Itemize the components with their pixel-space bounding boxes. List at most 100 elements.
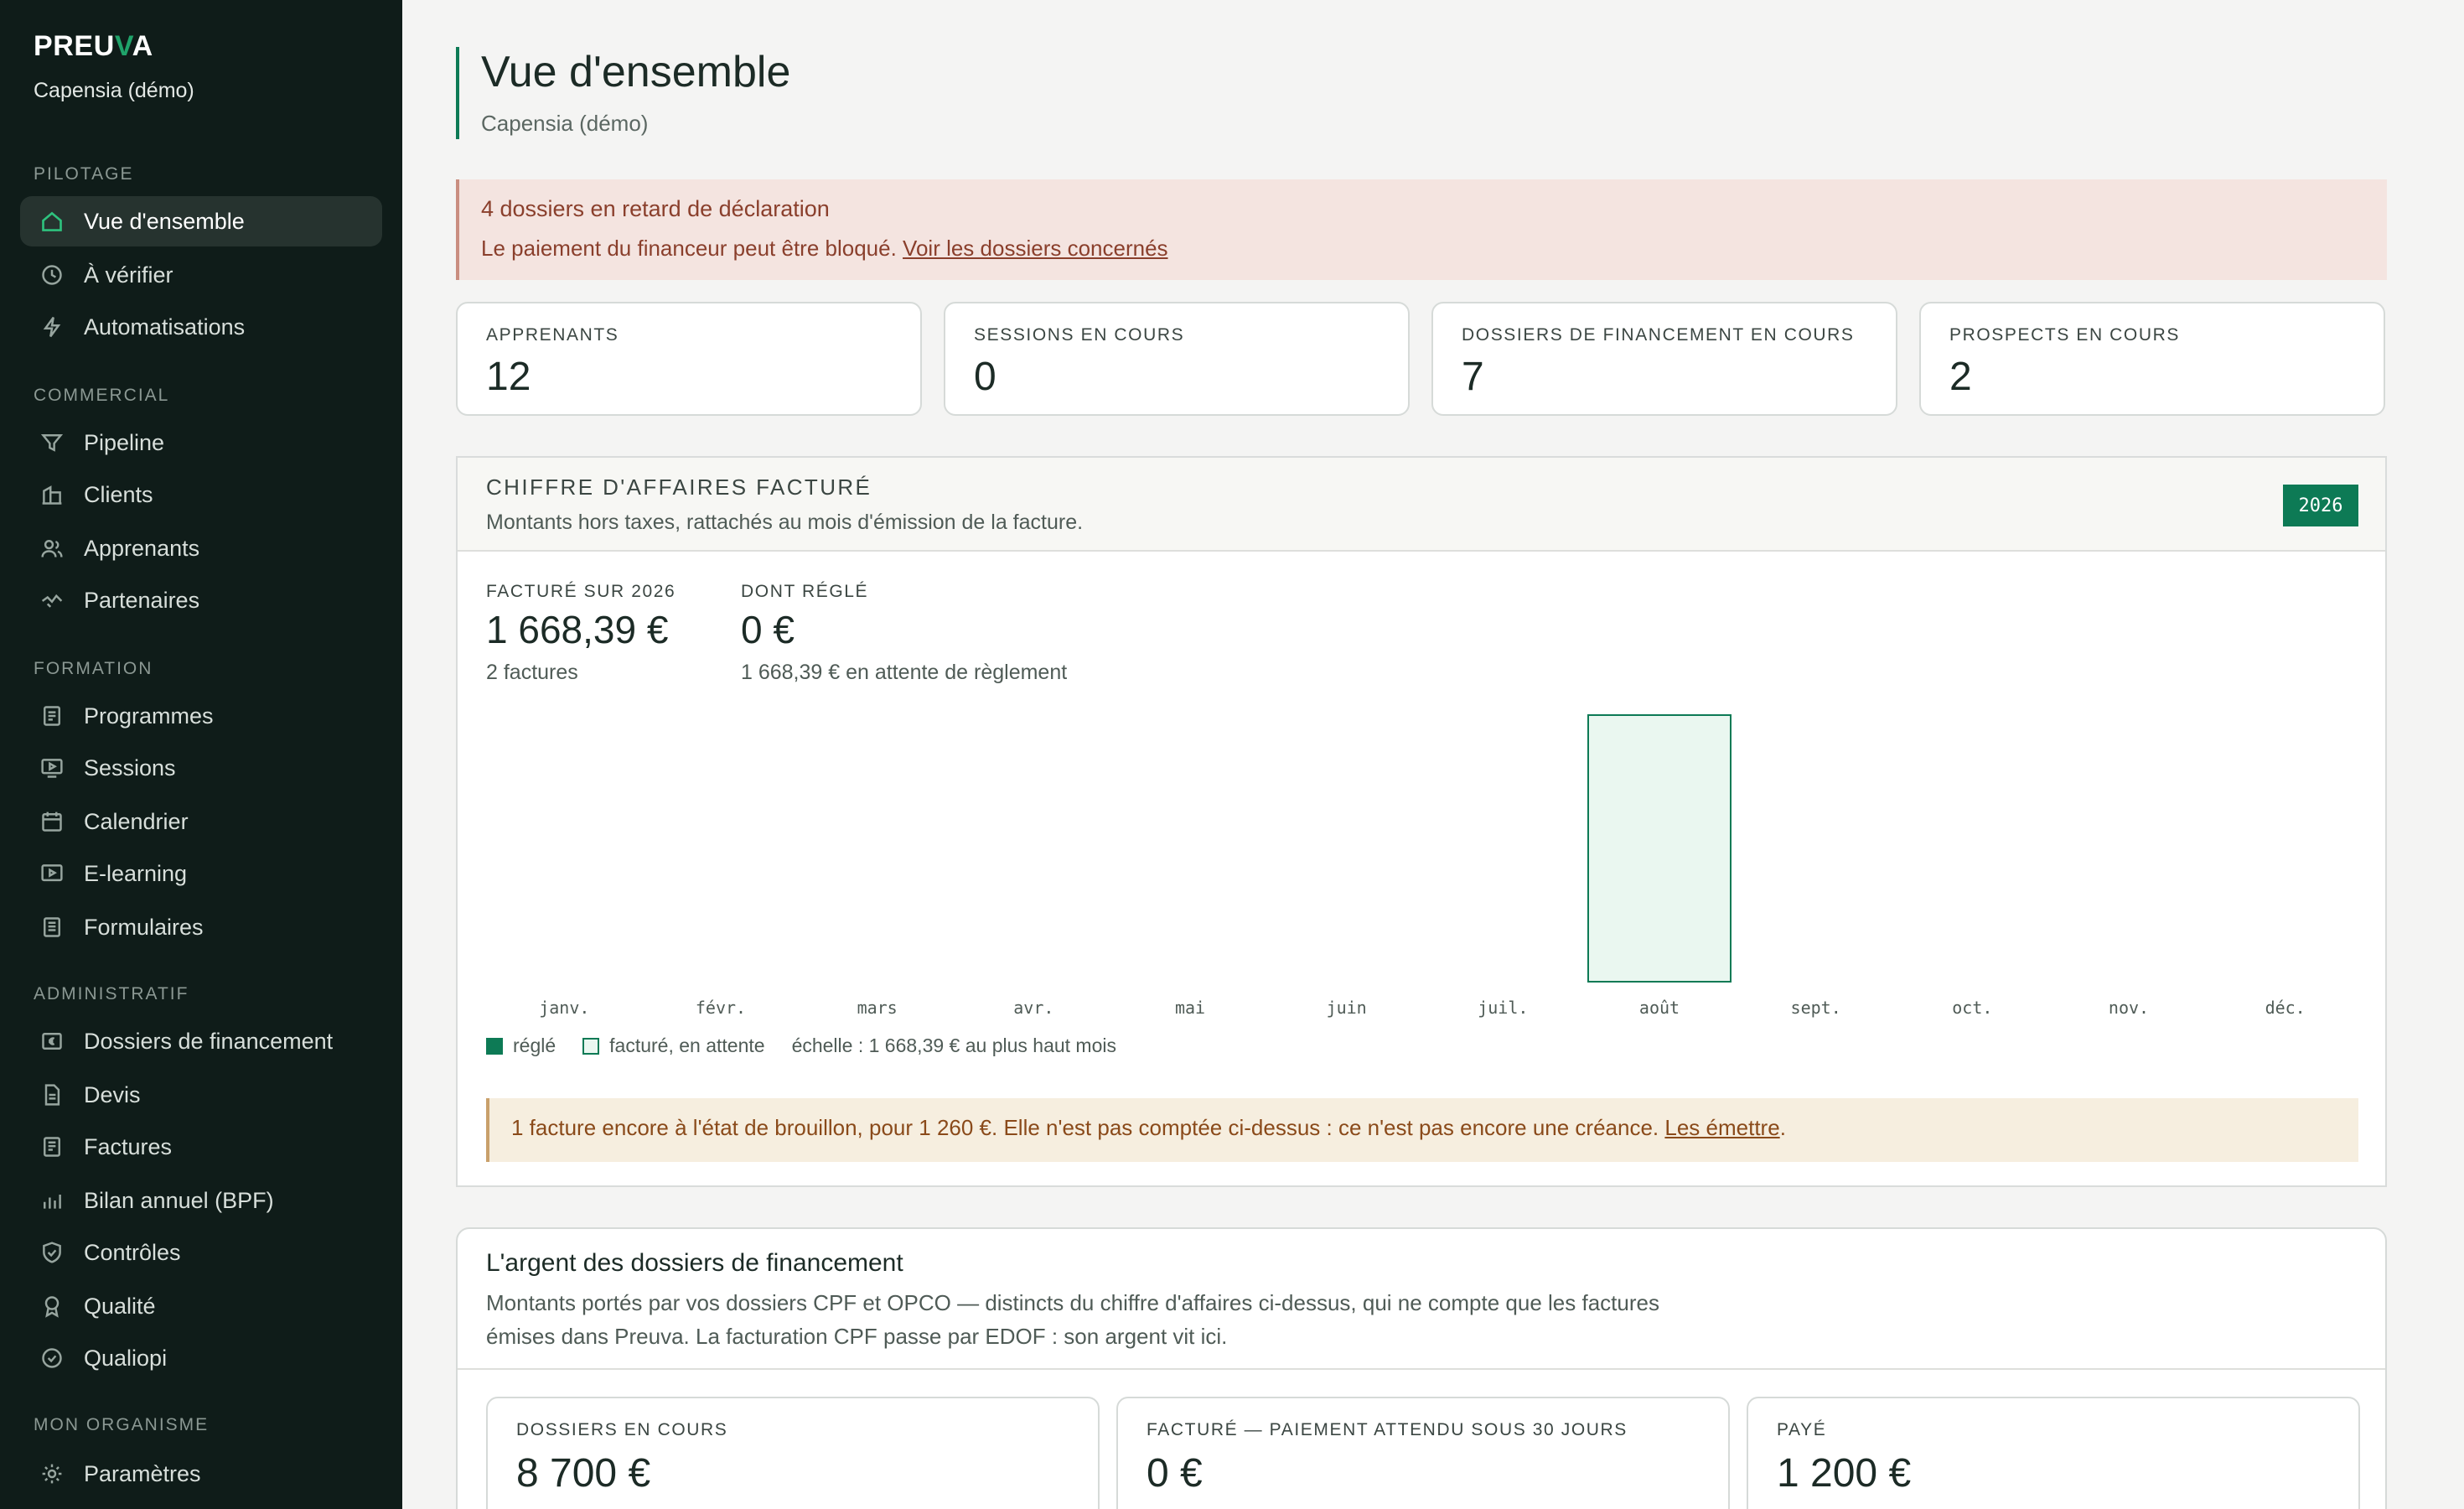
sidebar-item-label: Qualité bbox=[84, 1293, 156, 1319]
year-selector[interactable]: 2026 bbox=[2283, 485, 2358, 526]
sidebar-item-clients[interactable]: Clients bbox=[20, 469, 382, 520]
sidebar-item-qualite[interactable]: Qualité bbox=[20, 1281, 382, 1331]
page-header: Vue d'ensemble Capensia (démo) bbox=[456, 47, 790, 139]
clock-icon bbox=[40, 263, 64, 287]
sidebar-item-label: Sessions bbox=[84, 754, 176, 780]
sidebar-item-calendrier[interactable]: Calendrier bbox=[20, 796, 382, 847]
legend-swatch-pending bbox=[582, 1037, 600, 1055]
sidebar-item-label: Paramètres bbox=[84, 1460, 201, 1486]
sidebar-item-partenaires[interactable]: Partenaires bbox=[20, 575, 382, 625]
sidebar-item-formulaires[interactable]: Formulaires bbox=[20, 902, 382, 952]
sidebar-item-label: À vérifier bbox=[84, 262, 173, 288]
bar-pending-7[interactable] bbox=[1587, 714, 1732, 983]
sidebar-item-devis[interactable]: Devis bbox=[20, 1070, 382, 1120]
calendar-icon bbox=[40, 810, 64, 833]
sidebar-item-apprenants[interactable]: Apprenants bbox=[20, 523, 382, 573]
late-declaration-alert: 4 dossiers en retard de déclaration Le p… bbox=[456, 179, 2387, 280]
sidebar-item-label: Qualiopi bbox=[84, 1345, 168, 1371]
shield-check-icon bbox=[40, 1241, 64, 1264]
handshake-icon bbox=[40, 589, 64, 612]
funding-card-label: PAYÉ bbox=[1777, 1420, 1827, 1439]
kpi-label: FACTURÉ SUR 2026 bbox=[486, 582, 676, 601]
sidebar-item-automatisations[interactable]: Automatisations bbox=[20, 302, 382, 352]
sidebar-item-vue-ensemble[interactable]: Vue d'ensemble bbox=[20, 196, 382, 246]
draft-note-text: 1 facture encore à l'état de brouillon, … bbox=[511, 1115, 1659, 1140]
sidebar-item-label: Devis bbox=[84, 1081, 141, 1107]
stat-card-dossiers-financement[interactable]: DOSSIERS DE FINANCEMENT EN COURS 7 bbox=[1431, 302, 1897, 416]
page-subtitle: Capensia (démo) bbox=[481, 111, 649, 136]
month-label: févr. bbox=[695, 998, 747, 1018]
funding-card-label: DOSSIERS EN COURS bbox=[516, 1420, 728, 1439]
sidebar-item-dossiers-financement[interactable]: Dossiers de financement bbox=[20, 1016, 382, 1066]
stat-label: PROSPECTS EN COURS bbox=[1949, 325, 2181, 345]
view-late-files-link[interactable]: Voir les dossiers concernés bbox=[903, 236, 1167, 261]
month-label: juin bbox=[1326, 998, 1367, 1018]
month-label: août bbox=[1638, 998, 1680, 1018]
funding-card-value: 0 € bbox=[1147, 1451, 1203, 1496]
invoice-icon bbox=[40, 1135, 64, 1159]
funding-card-paid[interactable]: PAYÉ 1 200 € bbox=[1747, 1397, 2360, 1509]
legend-scale-note: échelle : 1 668,39 € au plus haut mois bbox=[791, 1035, 1116, 1056]
stat-label: SESSIONS EN COURS bbox=[974, 325, 1185, 345]
sidebar-item-a-verifier[interactable]: À vérifier bbox=[20, 250, 382, 300]
bar-chart-icon bbox=[40, 1189, 64, 1212]
kpi-invoiced: FACTURÉ SUR 2026 1 668,39 € 2 factures bbox=[486, 582, 676, 685]
home-icon bbox=[40, 210, 64, 233]
filter-icon bbox=[40, 431, 64, 454]
sidebar-item-label: Programmes bbox=[84, 703, 214, 729]
main-content: Vue d'ensemble Capensia (démo) 4 dossier… bbox=[402, 0, 2464, 1509]
stat-card-sessions[interactable]: SESSIONS EN COURS 0 bbox=[944, 302, 1410, 416]
brand-accent-letter: V bbox=[114, 30, 132, 62]
sidebar: PREUVA Capensia (démo) PILOTAGE Vue d'en… bbox=[0, 0, 402, 1509]
sidebar-item-programmes[interactable]: Programmes bbox=[20, 691, 382, 741]
funding-money-panel: L'argent des dossiers de financement Mon… bbox=[456, 1227, 2387, 1509]
issue-drafts-link[interactable]: Les émettre bbox=[1664, 1115, 1779, 1140]
sidebar-item-sessions[interactable]: Sessions bbox=[20, 743, 382, 793]
building-icon bbox=[40, 483, 64, 506]
brand-prefix: PREU bbox=[34, 30, 115, 62]
legend-swatch-paid bbox=[486, 1037, 503, 1055]
month-label: janv. bbox=[539, 998, 590, 1018]
brand-logo[interactable]: PREUVA bbox=[34, 30, 153, 63]
stat-card-apprenants[interactable]: APPRENANTS 12 bbox=[456, 302, 922, 416]
form-icon bbox=[40, 915, 64, 939]
quote-icon bbox=[40, 1083, 64, 1107]
bolt-icon bbox=[40, 315, 64, 339]
stat-label: APPRENANTS bbox=[486, 325, 619, 345]
sidebar-item-label: Apprenants bbox=[84, 535, 200, 561]
month-label: avr. bbox=[1013, 998, 1054, 1018]
sidebar-item-bilan-annuel[interactable]: Bilan annuel (BPF) bbox=[20, 1175, 382, 1226]
month-label: sept. bbox=[1790, 998, 1841, 1018]
sidebar-item-label: Factures bbox=[84, 1133, 173, 1159]
funding-card-value: 8 700 € bbox=[516, 1451, 651, 1496]
stat-card-prospects[interactable]: PROSPECTS EN COURS 2 bbox=[1919, 302, 2385, 416]
funding-title: L'argent des dossiers de financement bbox=[486, 1249, 903, 1277]
funding-card-in-progress[interactable]: DOSSIERS EN COURS 8 700 € bbox=[486, 1397, 1100, 1509]
funding-card-invoiced[interactable]: FACTURÉ — PAIEMENT ATTENDU SOUS 30 JOURS… bbox=[1116, 1397, 1730, 1509]
sidebar-item-factures[interactable]: Factures bbox=[20, 1122, 382, 1172]
stat-label: DOSSIERS DE FINANCEMENT EN COURS bbox=[1462, 325, 1855, 345]
month-label: mai bbox=[1174, 998, 1206, 1018]
video-icon bbox=[40, 862, 64, 885]
document-icon bbox=[40, 704, 64, 728]
euro-folder-icon bbox=[40, 1029, 64, 1053]
month-label: déc. bbox=[2265, 998, 2306, 1018]
month-label: mars bbox=[857, 998, 898, 1018]
alert-text-row: Le paiement du financeur peut être bloqu… bbox=[481, 236, 2365, 262]
sidebar-item-label: Dossiers de financement bbox=[84, 1028, 334, 1054]
stat-value: 12 bbox=[486, 355, 531, 399]
sidebar-item-label: Contrôles bbox=[84, 1239, 181, 1265]
section-label-mon-organisme: MON ORGANISME bbox=[34, 1415, 210, 1434]
sidebar-item-pipeline[interactable]: Pipeline bbox=[20, 417, 382, 468]
sidebar-item-label: Calendrier bbox=[84, 808, 189, 834]
funding-divider bbox=[458, 1368, 2385, 1370]
sidebar-item-controles[interactable]: Contrôles bbox=[20, 1227, 382, 1278]
sidebar-item-label: Pipeline bbox=[84, 429, 165, 455]
sidebar-item-e-learning[interactable]: E-learning bbox=[20, 848, 382, 899]
sidebar-item-qualiopi[interactable]: Qualiopi bbox=[20, 1333, 382, 1383]
revenue-header: CHIFFRE D'AFFAIRES FACTURÉ Montants hors… bbox=[458, 458, 2385, 552]
kpi-paid: DONT RÉGLÉ 0 € 1 668,39 € en attente de … bbox=[741, 582, 1067, 685]
award-icon bbox=[40, 1294, 64, 1318]
sidebar-item-parametres[interactable]: Paramètres bbox=[20, 1449, 382, 1499]
monthly-revenue-chart bbox=[1587, 714, 1732, 983]
